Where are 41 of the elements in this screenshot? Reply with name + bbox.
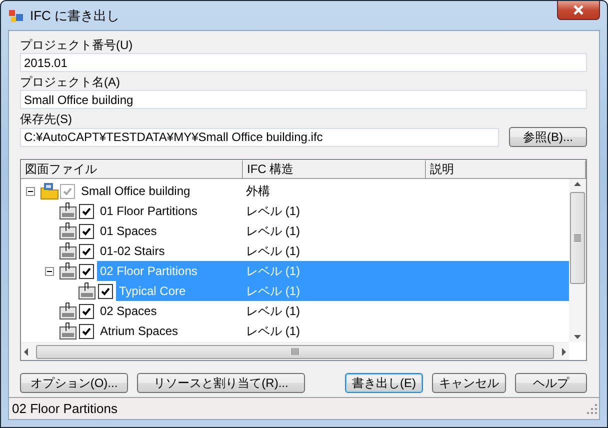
dialog-button[interactable]: キャンセル (432, 373, 506, 393)
table-cell-text: レベル (1) (245, 243, 301, 260)
drawing-file-icon (78, 282, 97, 300)
field-label: 保存先(S) (20, 111, 73, 127)
folder-icon (40, 182, 59, 200)
input-field[interactable]: C:¥AutoCAPT¥TESTDATA¥MY¥Small Office building.ifc (20, 128, 499, 146)
drawing-file-icon (59, 302, 78, 320)
window-title: IFC に書き出し (30, 6, 121, 24)
scroll-thumb[interactable] (570, 192, 585, 284)
table-cell-text: 外構 (245, 183, 271, 200)
table-cell-text: レベル (1) (245, 303, 301, 320)
field-label: プロジェクト番号(U) (20, 37, 134, 53)
drawing-file-icon (59, 322, 78, 340)
browse-button[interactable]: 参照(B)... (509, 127, 587, 147)
table-cell-text: レベル (1) (245, 203, 301, 220)
field-label: プロジェクト名(A) (20, 74, 121, 90)
app-icon (8, 8, 24, 24)
dialog-button[interactable]: オプション(O)... (20, 373, 128, 393)
close-icon (573, 5, 584, 15)
input-field[interactable]: Small Office building (20, 90, 587, 109)
input-field[interactable]: 2015.01 (20, 53, 587, 72)
drawing-file-icon (59, 242, 78, 260)
drawing-file-icon (59, 202, 78, 220)
vertical-scrollbar[interactable] (569, 179, 586, 342)
column-header[interactable]: 説明 (426, 160, 586, 178)
drawing-file-icon (59, 222, 78, 240)
resize-grip-icon[interactable] (587, 404, 597, 414)
close-button[interactable] (557, 1, 600, 20)
drawing-file-icon (59, 262, 78, 280)
column-header[interactable]: IFC 構造 (243, 160, 426, 178)
table-cell: レベル (1) (243, 261, 429, 281)
column-header[interactable]: 図面ファイル (21, 160, 243, 178)
dialog-button[interactable]: 書き出し(E) (345, 373, 423, 393)
table-cell: レベル (1) (243, 281, 429, 301)
dialog-button[interactable]: リソースと割り当て(R)... (137, 373, 305, 393)
scroll-thumb[interactable] (36, 344, 554, 358)
table-cell-text: レベル (1) (245, 323, 301, 340)
table-cell-text: レベル (1) (245, 223, 301, 240)
horizontal-scrollbar[interactable] (21, 342, 569, 360)
dialog-button[interactable]: ヘルプ (515, 373, 587, 393)
status-text: 02 Floor Partitions (12, 401, 118, 416)
